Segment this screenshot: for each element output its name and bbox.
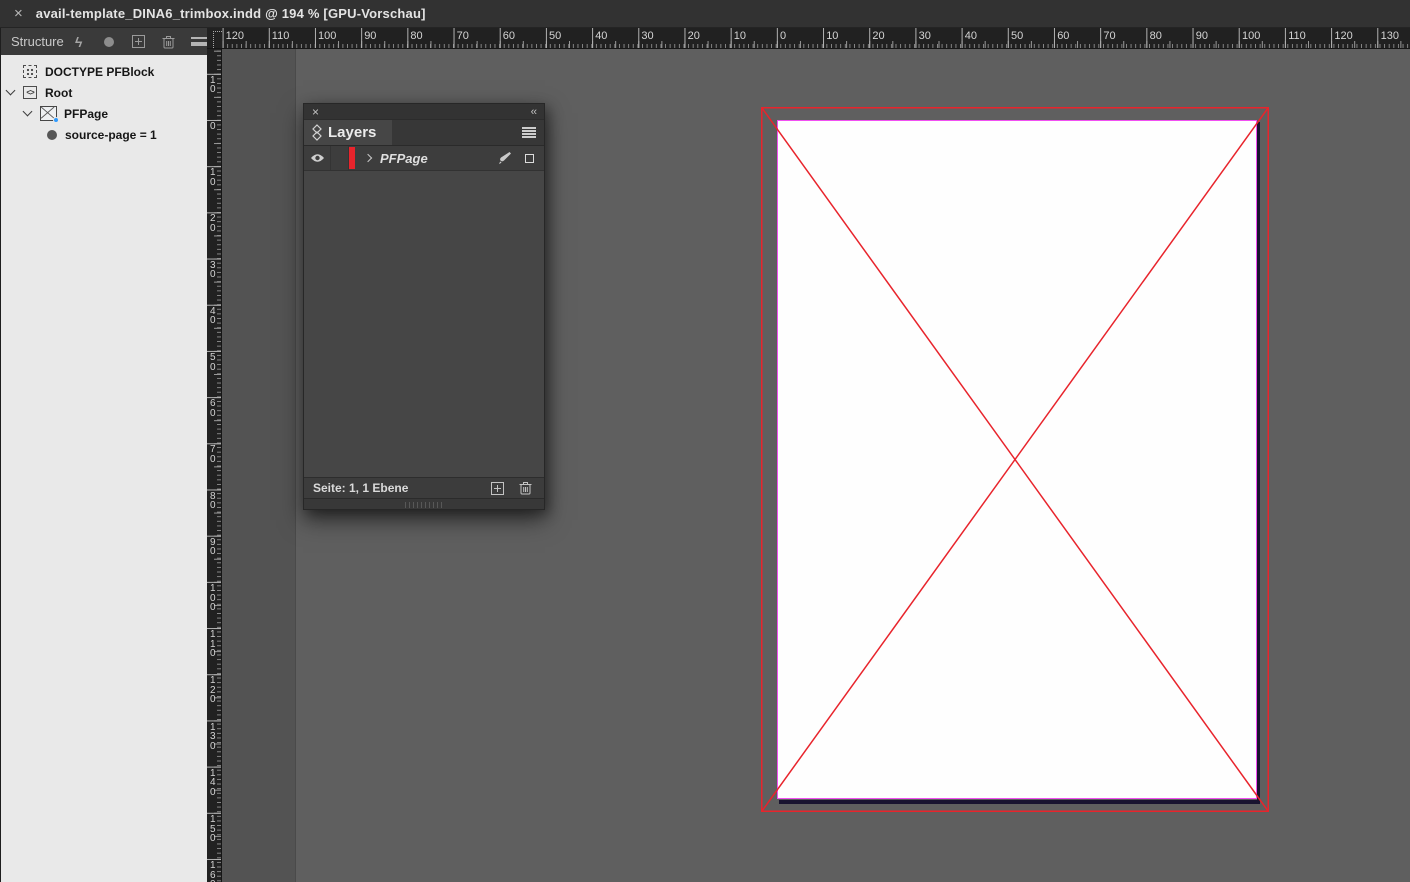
ruler-label-h: 100	[1242, 30, 1261, 42]
ruler-label-h: 70	[456, 30, 469, 42]
layer-row-pfpage[interactable]: PFPage	[304, 146, 544, 171]
placeholder-frame[interactable]	[761, 107, 1269, 812]
tree-item-label: DOCTYPE PFBlock	[45, 64, 155, 79]
ruler-label-h: 10	[826, 30, 839, 42]
tree-item-doctype[interactable]: DOCTYPE PFBlock	[1, 61, 207, 82]
chevron-down-icon[interactable]	[5, 85, 16, 96]
ruler-label-h: 100	[318, 30, 337, 42]
ruler-label-h: 120	[1334, 30, 1353, 42]
ruler-label-h: 10	[733, 30, 747, 42]
ruler-label-v: 10	[210, 74, 216, 96]
layers-tab-row: Layers	[304, 120, 544, 146]
ruler-label-v: 30	[210, 259, 216, 281]
panel-resize-grip[interactable]	[304, 498, 544, 509]
horizontal-ruler[interactable]: 120 110 100 90 80 70 60 50 40 30 20 10 0 10 20 30 40 50 60…	[207, 28, 1410, 49]
ruler-label-h: 20	[872, 30, 885, 42]
tab-layers[interactable]: Layers	[304, 120, 393, 145]
loaded-marker-dot	[53, 117, 59, 123]
layer-visibility-eye-icon[interactable]	[304, 146, 331, 170]
ruler-label-h: 110	[271, 30, 290, 42]
ruler-label-h: 50	[1011, 30, 1024, 42]
bullet-icon	[47, 129, 57, 140]
layers-panel-titlebar[interactable]: × ‹‹	[304, 104, 544, 120]
ruler-label-h: 50	[549, 30, 562, 42]
structure-panel: Structure ϟ DOCTYPE PFBlock Root PFPage sou…	[0, 28, 207, 882]
ruler-label-h: 80	[410, 30, 423, 42]
ruler-label-h: 60	[1057, 30, 1070, 42]
layers-footer: Seite: 1, 1 Ebene	[304, 477, 544, 498]
tree-item-root[interactable]: Root	[1, 82, 207, 103]
tree-item-label: Root	[45, 85, 73, 100]
validate-lightning-icon[interactable]: ϟ	[64, 34, 94, 50]
ruler-label-h: 110	[1288, 30, 1306, 42]
tree-item-label: PFPage	[64, 106, 109, 121]
document-tab-bar: × avail-template_DINA6_trimbox.indd @ 19…	[0, 0, 1410, 28]
layer-color-bar	[349, 147, 355, 169]
tree-item-label: source-page = 1	[65, 127, 157, 142]
ruler-label-v: 20	[210, 213, 216, 234]
new-layer-icon[interactable]	[491, 481, 504, 495]
ruler-label-h: 70	[1103, 30, 1116, 42]
collapse-panel-icon[interactable]: ‹‹	[531, 106, 537, 117]
ruler-label-h: 20	[687, 30, 700, 42]
ruler-label-h: 30	[918, 30, 931, 42]
delete-trash-icon[interactable]	[154, 35, 184, 49]
ruler-label-v: 80	[210, 490, 216, 512]
layer-name[interactable]: PFPage	[380, 151, 428, 166]
document-title[interactable]: avail-template_DINA6_trimbox.indd @ 194 …	[36, 6, 426, 21]
ruler-label-h: 80	[1149, 30, 1162, 42]
ruler-label-h: 90	[1195, 30, 1209, 42]
ruler-label-h: 0	[780, 30, 787, 42]
ruler-label-v: 130	[210, 721, 216, 752]
ruler-label-v: 150	[210, 814, 216, 844]
ruler-label-v: 60	[210, 398, 216, 419]
ruler-label-v: 40	[210, 305, 216, 327]
tree-item-source-page[interactable]: source-page = 1	[1, 124, 207, 145]
ruler-label-v: 110	[210, 629, 216, 660]
ruler-label-v: 90	[210, 536, 216, 558]
vertical-ruler[interactable]: 2010010203040506070809010011012013014015…	[207, 49, 222, 882]
record-circle-icon[interactable]	[94, 36, 124, 47]
layers-list-empty-area[interactable]	[304, 171, 544, 477]
tree-item-pfpage[interactable]: PFPage	[1, 103, 207, 124]
layers-panel: × ‹‹ Layers PFPage Seite: 1, 1 Ebene	[303, 103, 545, 510]
close-document-icon[interactable]: ×	[14, 6, 23, 21]
layer-lock-cell[interactable]	[331, 146, 349, 170]
ruler-label-h: 120	[225, 30, 244, 42]
structure-tree: DOCTYPE PFBlock Root PFPage source-page = 1	[1, 55, 207, 145]
scratch-area	[222, 49, 296, 882]
ruler-label-v: 10	[210, 167, 216, 188]
doctype-icon	[23, 65, 37, 78]
ruler-label-v: 160	[210, 860, 216, 882]
structure-panel-title: Structure	[11, 34, 64, 49]
ruler-label-v: 140	[210, 767, 216, 798]
layers-menu-icon[interactable]	[522, 120, 536, 145]
layer-pen-icon[interactable]	[498, 151, 512, 165]
ruler-label-v: 70	[210, 444, 216, 465]
ruler-label-h: 60	[502, 30, 516, 42]
ruler-label-v: 0	[210, 121, 216, 132]
layers-tab-label: Layers	[328, 124, 377, 141]
ruler-label-v: 100	[210, 583, 216, 613]
structure-panel-header: Structure ϟ	[1, 28, 207, 55]
panel-cycle-icon	[312, 124, 322, 141]
structure-menu-icon[interactable]	[184, 37, 214, 46]
close-panel-icon[interactable]: ×	[312, 106, 319, 118]
ruler-label-h: 130	[1380, 30, 1399, 42]
ruler-label-v: 50	[210, 352, 216, 373]
ruler-label-v: 120	[210, 675, 216, 706]
layer-expand-chevron-icon[interactable]	[363, 153, 373, 163]
layers-status-text: Seite: 1, 1 Ebene	[313, 481, 409, 495]
layer-target-square[interactable]	[525, 153, 534, 163]
element-icon	[23, 86, 37, 99]
add-element-icon[interactable]	[124, 35, 154, 48]
delete-layer-trash-icon[interactable]	[519, 481, 532, 495]
ruler-label-h: 40	[964, 30, 978, 42]
pageframe-icon	[40, 106, 59, 123]
ruler-label-h: 30	[641, 30, 654, 42]
ruler-label-h: 40	[595, 30, 608, 42]
ruler-label-h: 90	[364, 30, 377, 42]
chevron-down-icon[interactable]	[22, 106, 33, 117]
